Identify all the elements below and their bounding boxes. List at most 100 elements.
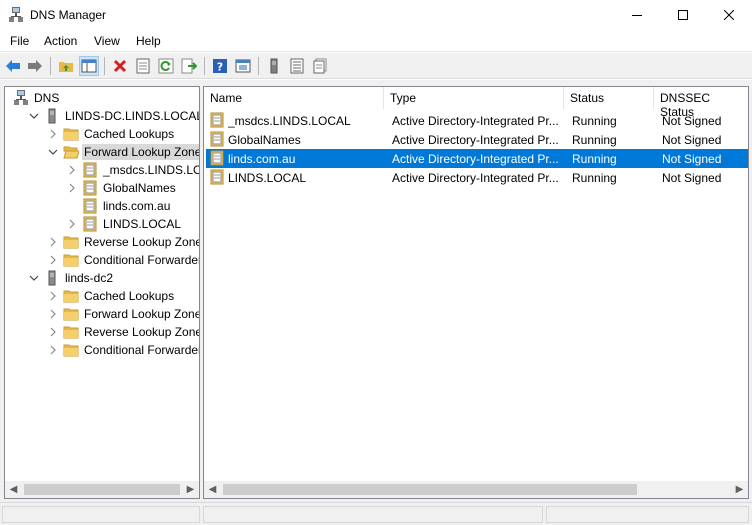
cell-dnssec-status: Not Signed [662,114,722,128]
tree-item-label: LINDS-DC.LINDS.LOCAL [65,109,200,123]
svg-text:?: ? [217,61,223,74]
up-folder-icon[interactable] [56,56,76,76]
expand-chevron-icon[interactable] [47,326,59,338]
server-icon [44,108,60,124]
table-row[interactable]: LINDS.LOCAL Active Directory-Integrated P… [206,168,748,188]
folder-icon [63,126,79,142]
tree-item-linds-dc-linds-local[interactable]: LINDS-DC.LINDS.LOCAL [28,107,200,125]
table-row[interactable]: linds.com.au Active Directory-Integrated … [206,149,748,169]
menu-file[interactable]: File [10,34,29,48]
tree-item-label: Forward Lookup Zones [82,144,199,160]
expand-chevron-icon[interactable] [47,236,59,248]
expand-chevron-icon[interactable] [47,254,59,266]
zone-icon [209,150,225,169]
refresh-icon[interactable] [156,56,176,76]
expand-chevron-icon[interactable] [47,290,59,302]
zone-icon [82,216,98,232]
tree-item-label: _msdcs.LINDS.LOCAL [103,163,199,177]
tree-item-linds-dc2[interactable]: linds-dc2 [28,269,115,287]
tree-item-label: LINDS.LOCAL [103,217,182,231]
cell-type: Active Directory-Integrated Pr... [392,133,559,147]
close-button[interactable] [706,0,752,30]
status-segment [203,506,543,523]
collapse-chevron-icon[interactable] [28,110,40,122]
expand-chevron-icon[interactable] [66,218,78,230]
expand-chevron-icon[interactable] [47,308,59,320]
tree-item-label: Reverse Lookup Zones [84,235,200,249]
tree-item-conditional-forwarders[interactable]: Conditional Forwarders [47,251,199,269]
console-tree[interactable]: DNS LINDS-DC.LINDS.LOCAL Cached Lookups For… [4,86,200,499]
status-segment [546,506,749,523]
folder-open-icon [63,144,79,160]
tree-item-linds-local[interactable]: LINDS.LOCAL [66,215,183,233]
folder-icon [63,234,79,250]
scroll-right-icon[interactable]: ▶ [731,481,748,498]
tree-item-conditional-forwarders[interactable]: Conditional Forwarders [47,341,199,359]
scroll-thumb[interactable] [223,484,637,495]
tree-item-globalnames[interactable]: GlobalNames [66,179,178,197]
tree-item-label: Cached Lookups [84,127,175,141]
scroll-left-icon[interactable]: ◀ [5,481,22,498]
table-row[interactable]: _msdcs.LINDS.LOCAL Active Directory-Integ… [206,111,748,130]
collapse-chevron-icon[interactable] [28,272,40,284]
forward-icon[interactable] [25,56,45,76]
title-bar: DNS Manager [0,0,752,30]
list-icon[interactable] [287,56,307,76]
scroll-right-icon[interactable]: ▶ [182,481,199,498]
folder-icon [63,288,79,304]
table-row[interactable]: GlobalNames Active Directory-Integrated P… [206,130,748,150]
results-pane[interactable]: Name Type Status DNSSEC Status _msdcs.LI… [203,86,749,499]
delete-icon[interactable] [110,56,130,76]
cell-name: LINDS.LOCAL [228,171,307,185]
properties-icon[interactable] [133,56,153,76]
status-segment [2,506,200,523]
tree-item-label: linds-dc2 [65,271,114,285]
dns-icon [13,90,29,106]
maximize-button[interactable] [660,0,706,30]
tree-item-linds-com-au[interactable]: linds.com.au [66,197,172,215]
server-icon[interactable] [264,56,284,76]
tree-item-reverse-lookup-zones[interactable]: Reverse Lookup Zones [47,233,200,251]
menu-help[interactable]: Help [136,34,161,48]
show-hide-tree-icon[interactable] [79,56,99,76]
expand-chevron-icon[interactable] [47,128,59,140]
help-icon[interactable]: ? [210,56,230,76]
expand-chevron-icon[interactable] [66,164,78,176]
tree-item-cached-lookups[interactable]: Cached Lookups [47,287,176,305]
window-title: DNS Manager [30,8,107,22]
collapse-chevron-icon[interactable] [47,146,59,158]
minimize-button[interactable] [614,0,660,30]
tree-item-msdcs-linds-local[interactable]: _msdcs.LINDS.LOCAL [66,161,199,179]
console-icon[interactable] [233,56,253,76]
column-header-type[interactable]: Type [384,87,564,109]
cell-name: _msdcs.LINDS.LOCAL [228,114,351,128]
column-header-name[interactable]: Name [204,87,384,109]
menu-view[interactable]: View [94,34,120,48]
zone-icon [82,198,98,214]
export-list-icon[interactable] [179,56,199,76]
cell-name: GlobalNames [228,133,301,147]
zone-icon [82,162,98,178]
tree-item-forward-lookup-zones[interactable]: Forward Lookup Zones [47,143,199,161]
expand-chevron-icon[interactable] [66,182,78,194]
tree-horizontal-scrollbar[interactable]: ◀ ▶ [5,481,199,498]
zone-icon [209,169,225,188]
column-header-status[interactable]: Status [564,87,654,109]
column-header-dnssec-status[interactable]: DNSSEC Status [654,87,748,119]
scroll-thumb[interactable] [24,484,180,495]
tree-item-forward-lookup-zones[interactable]: Forward Lookup Zones [47,305,199,323]
back-icon[interactable] [3,56,23,76]
tree-item-reverse-lookup-zones[interactable]: Reverse Lookup Zones [47,323,199,341]
menu-action[interactable]: Action [44,34,77,48]
scroll-left-icon[interactable]: ◀ [204,481,221,498]
status-bar [0,502,752,525]
tree-item-dns[interactable]: DNS [9,89,61,107]
folder-icon [63,306,79,322]
tree-item-label: DNS [34,91,60,105]
list-horizontal-scrollbar[interactable]: ◀ ▶ [204,481,748,498]
detail-icon[interactable] [310,56,330,76]
tree-item-cached-lookups[interactable]: Cached Lookups [47,125,176,143]
zone-icon [209,131,225,150]
expand-chevron-icon[interactable] [47,344,59,356]
folder-icon [63,324,79,340]
